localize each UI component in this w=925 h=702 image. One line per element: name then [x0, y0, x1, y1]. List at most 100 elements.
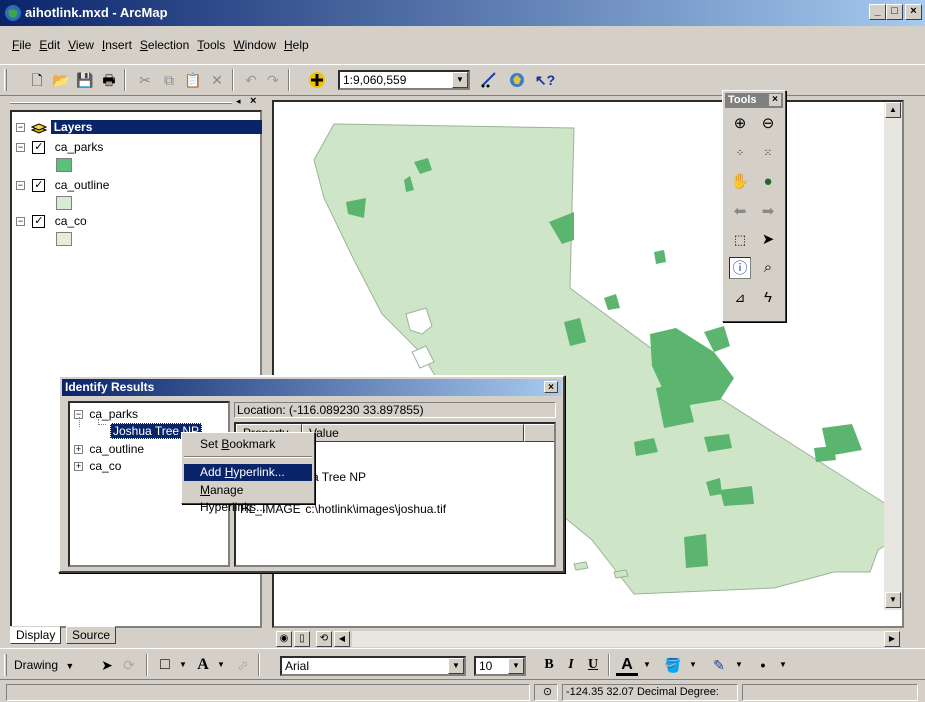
new-document-icon[interactable]: 🗋 [26, 69, 48, 91]
tree-node-layer[interactable]: + ca_co [74, 459, 121, 473]
bold-button[interactable]: B [538, 654, 560, 676]
chevron-down-icon[interactable]: ▼ [682, 654, 704, 676]
chevron-down-icon[interactable]: ▼ [772, 654, 794, 676]
chevron-down-icon[interactable]: ▼ [172, 654, 194, 676]
collapse-icon[interactable]: − [16, 123, 25, 133]
toc-root-row[interactable]: − Layers [16, 120, 263, 135]
underline-button[interactable]: U [582, 654, 604, 676]
minimize-button[interactable]: _ [869, 4, 886, 20]
identify-close-button[interactable]: × [544, 381, 558, 393]
select-features-icon[interactable]: ⬚ [729, 229, 751, 251]
chevron-down-icon[interactable]: ▼ [508, 658, 524, 674]
column-header-value[interactable]: Value [302, 424, 524, 442]
vertical-scrollbar[interactable]: ▲ ▼ [884, 102, 902, 610]
cut-icon[interactable]: ✂ [134, 69, 156, 91]
chevron-down-icon[interactable]: ▼ [636, 654, 658, 676]
tools-close-button[interactable]: × [769, 94, 781, 106]
layer-name[interactable]: ca_co [55, 214, 87, 228]
chevron-down-icon[interactable]: ▼ [728, 654, 750, 676]
scroll-up-icon[interactable]: ▲ [885, 102, 901, 118]
marker-color-icon[interactable]: • [752, 654, 774, 676]
editor-toolbar-icon[interactable] [478, 69, 500, 91]
pan-hand-icon[interactable]: ✋ [729, 171, 751, 193]
add-data-icon[interactable] [306, 69, 328, 91]
layer-symbol-swatch[interactable] [56, 196, 72, 210]
menu-tools[interactable]: Tools [193, 34, 229, 56]
select-elements-arrow-icon[interactable]: ➤ [96, 654, 118, 676]
refresh-icon[interactable]: ⟲ [316, 631, 332, 647]
toc-layer-row[interactable]: − ✓ ca_parks [16, 140, 104, 155]
whats-this-help-icon[interactable]: ↖? [534, 69, 556, 91]
map-scale-combo[interactable]: 1:9,060,559 ▼ [338, 70, 470, 90]
layout-view-icon[interactable]: ▯ [294, 631, 310, 647]
italic-button[interactable]: I [560, 654, 582, 676]
redo-icon[interactable]: ↷ [262, 69, 284, 91]
toolbar-grip[interactable] [4, 69, 7, 91]
measure-icon[interactable]: ⊿ [729, 287, 751, 309]
save-icon[interactable]: 💾 [74, 69, 96, 91]
tree-node-label[interactable]: ca_parks [89, 407, 138, 421]
zoom-out-icon[interactable]: ⊖ [757, 113, 779, 135]
tools-palette-title[interactable]: Tools × [725, 93, 783, 108]
fixed-zoom-in-icon[interactable]: ⁘ [729, 143, 751, 165]
layer-visibility-checkbox[interactable]: ✓ [32, 141, 46, 155]
font-color-button[interactable]: A [616, 654, 638, 676]
delete-icon[interactable]: ✕ [206, 69, 228, 91]
layer-visibility-checkbox[interactable]: ✓ [32, 179, 46, 193]
layer-visibility-checkbox[interactable]: ✓ [32, 215, 46, 229]
tree-node-label[interactable]: ca_outline [89, 442, 144, 456]
arctoolbox-icon[interactable] [506, 69, 528, 91]
identify-title-bar[interactable]: Identify Results × [62, 379, 561, 396]
layer-symbol-swatch[interactable] [56, 158, 72, 172]
tree-node-layer[interactable]: − ca_parks [74, 407, 138, 421]
copy-icon[interactable]: ⧉ [158, 69, 180, 91]
chevron-down-icon[interactable]: ▼ [448, 658, 464, 674]
collapse-icon[interactable]: − [16, 217, 25, 227]
print-icon[interactable]: 🖶 [98, 69, 120, 91]
rotate-icon[interactable]: ⟳ [118, 654, 140, 676]
fixed-zoom-out-icon[interactable]: ⁙ [757, 143, 779, 165]
menu-item-set-bookmark[interactable]: Set Bookmark [184, 436, 312, 453]
hyperlink-lightning-icon[interactable]: ϟ [757, 287, 779, 309]
toc-root-label[interactable]: Layers [50, 120, 263, 134]
toolbar-grip[interactable] [4, 654, 7, 676]
font-size-combo[interactable]: 10 ▼ [474, 656, 526, 676]
font-name-combo[interactable]: Arial ▼ [280, 656, 466, 676]
paste-icon[interactable]: 📋 [182, 69, 204, 91]
column-header-blank[interactable] [524, 424, 554, 442]
tab-display[interactable]: Display [10, 626, 62, 644]
menu-item-add-hyperlink[interactable]: Add Hyperlink... [184, 464, 312, 481]
expand-icon[interactable]: + [74, 462, 83, 472]
menu-file[interactable]: File [8, 34, 35, 56]
toc-layer-row[interactable]: − ✓ ca_outline [16, 178, 110, 193]
layer-symbol-swatch[interactable] [56, 232, 72, 246]
expand-icon[interactable]: + [74, 445, 83, 455]
drawing-menu[interactable]: Drawing ▼ [14, 658, 74, 672]
zoom-in-icon[interactable]: ⊕ [729, 113, 751, 135]
close-button[interactable]: × [905, 4, 922, 20]
layer-name[interactable]: ca_outline [55, 178, 110, 192]
fill-color-icon[interactable]: 🪣 [662, 654, 684, 676]
toc-auto-hide-icon[interactable]: ◂ [236, 96, 241, 107]
horizontal-scrollbar[interactable] [352, 631, 884, 647]
forward-arrow-icon[interactable]: ➡ [757, 201, 779, 223]
select-elements-arrow-icon[interactable]: ➤ [757, 229, 779, 251]
edit-vertices-icon[interactable]: ⬀ [232, 654, 254, 676]
data-view-icon[interactable]: ◉ [276, 631, 292, 647]
menu-item-manage-hyperlinks[interactable]: Manage Hyperlinks... [184, 482, 312, 514]
back-arrow-icon[interactable]: ⬅ [729, 201, 751, 223]
undo-icon[interactable]: ↶ [240, 69, 262, 91]
tab-source[interactable]: Source [66, 626, 117, 644]
scroll-left-icon[interactable]: ◀ [334, 631, 350, 647]
chevron-down-icon[interactable]: ▼ [452, 72, 468, 88]
maximize-button[interactable]: □ [886, 4, 903, 20]
menu-help[interactable]: Help [280, 34, 313, 56]
collapse-icon[interactable]: − [16, 143, 25, 153]
collapse-icon[interactable]: − [16, 181, 25, 191]
menu-insert[interactable]: Insert [98, 34, 136, 56]
menu-window[interactable]: Window [229, 34, 280, 56]
toc-layer-row[interactable]: − ✓ ca_co [16, 214, 87, 229]
identify-icon[interactable]: ⓘ [729, 257, 751, 279]
layer-name[interactable]: ca_parks [55, 140, 104, 154]
menu-edit[interactable]: Edit [35, 34, 64, 56]
